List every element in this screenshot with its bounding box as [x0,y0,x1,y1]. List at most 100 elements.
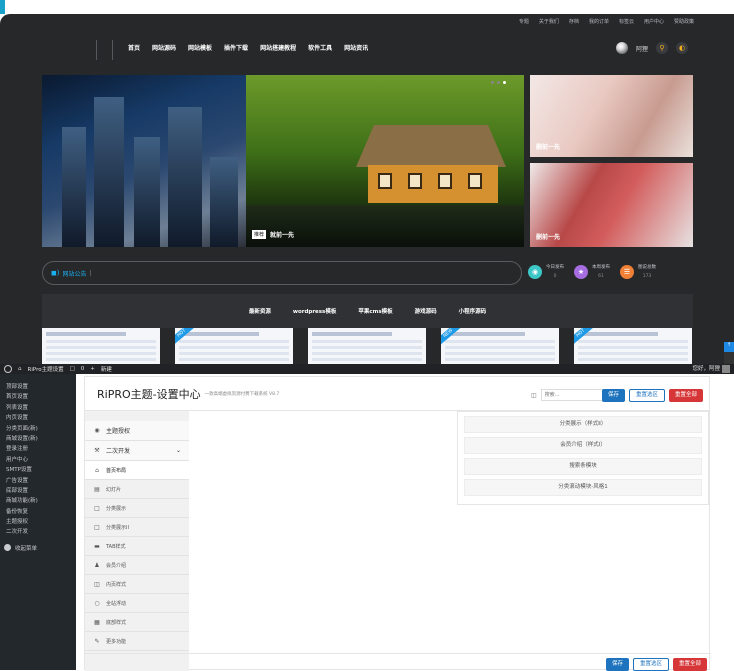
nav-source[interactable]: 网站源码 [152,43,176,52]
comment-count[interactable]: 0 [81,366,85,372]
search-icon[interactable]: ⚲ [656,42,668,54]
nav-news[interactable]: 网站资讯 [344,43,368,52]
menu-label: 二次开发 [106,448,131,455]
admin-menu-item[interactable]: SMTP设置 [0,465,76,475]
notice-separator: | [89,269,92,277]
side-banner-title[interactable]: 删前一先 [536,232,560,241]
side-banner-title[interactable]: 删前一先 [536,142,560,151]
admin-menu-item[interactable]: 登录注册 [0,444,76,454]
layout-block[interactable]: 分类滚动模块-风格1 [464,479,702,496]
admin-menu-item[interactable]: 内页设置 [0,413,76,423]
top-nav-link[interactable]: 关于我们 [539,18,559,25]
document-icon: ◫ [94,580,100,588]
menu-float[interactable]: ○ 全站浮动 [85,594,189,613]
layout-block[interactable]: 分类展示（样式Ⅱ） [464,416,702,433]
city-image [42,75,246,247]
menu-tab-style[interactable]: ▬ TAB样式 [85,537,189,556]
admin-menu-item[interactable]: 列表设置 [0,403,76,413]
top-nav-link[interactable]: 我的订单 [589,18,609,25]
slide-title[interactable]: 就前一先 [270,230,294,239]
nav-templates[interactable]: 网站模板 [188,43,212,52]
theme-toggle-icon[interactable]: ◐ [676,42,688,54]
nav-home[interactable]: 首页 [128,43,140,52]
resource-thumb[interactable]: HOT [574,328,692,368]
resource-thumb[interactable]: HOT [175,328,293,368]
menu-member[interactable]: ♟ 会员介绍 [85,556,189,575]
admin-menu-item[interactable]: 用户中心 [0,455,76,465]
resource-thumb[interactable] [42,328,160,368]
footer-actions: 保存 重置选区 重置全部 [605,658,707,671]
search-input[interactable] [540,389,611,401]
header-actions: 阿狸 ⚲ ◐ [615,42,688,54]
avatar[interactable] [615,42,628,54]
plus-icon[interactable]: + [90,366,95,372]
menu-dev[interactable]: ⚒ 二次开发 ⌄ [85,441,189,461]
category-tab[interactable]: 小程序源码 [459,307,487,315]
home-icon[interactable]: ⌂ [18,366,22,372]
stat-value: 0 [553,274,557,279]
page-title: RiPRO主题-设置中心 [97,387,201,401]
top-nav-link[interactable]: 赞助政策 [674,18,694,25]
admin-menu-item[interactable]: 首页设置 [0,392,76,402]
admin-menu-item[interactable]: 商城设置(新) [0,434,76,444]
top-nav-link[interactable]: 存档 [569,18,579,25]
resource-thumb[interactable]: NEW [441,328,559,368]
category-tab[interactable]: 苹果cms模板 [358,307,392,315]
menu-more[interactable]: ✎ 更多功能 [85,632,189,651]
category-tab[interactable]: 游戏源码 [415,307,437,315]
top-nav-link[interactable]: 用户中心 [644,18,664,25]
reset-section-button[interactable]: 重置选区 [628,389,665,402]
slider-dots[interactable] [491,81,506,84]
menu-slides[interactable]: ▤ 幻灯片 [85,480,189,499]
menu-home-layout[interactable]: ⌂ 首页布局 [85,461,189,480]
site-preview: 专题 关于我们 存档 我的订单 标签云 用户中心 赞助政策 首页 网站源码 网站… [0,14,734,368]
layout-block[interactable]: 搜索条模块 [464,458,702,475]
admin-menu-item[interactable]: 备份恢复 [0,507,76,517]
reset-all-button[interactable]: 重置全部 [672,658,707,671]
category-tab[interactable]: wordpress模板 [293,307,336,315]
menu-license[interactable]: ◉ 主题授权 [85,421,189,441]
category-tab[interactable]: 最新资源 [249,307,271,315]
layers-icon: ☰ [620,264,634,279]
admin-menu-item[interactable]: 分类页面(新) [0,424,76,434]
admin-menu-item[interactable]: 底部设置 [0,486,76,496]
admin-bar-greeting[interactable]: 您好，阿狸 [692,364,720,374]
wordpress-icon[interactable] [4,365,12,373]
reset-all-button[interactable]: 重置全部 [668,389,703,402]
username[interactable]: 阿狸 [636,44,648,53]
admin-bar-site[interactable]: RiPro主题设置 [28,365,64,373]
admin-menu-item[interactable]: 主题授权 [0,517,76,527]
pencil-icon: ✎ [94,637,100,645]
save-button[interactable]: 保存 [605,658,629,671]
admin-menu-item[interactable]: 广告设置 [0,476,76,486]
admin-menu-item[interactable]: 商城功能(新) [0,496,76,506]
panel-footer: 保存 重置选区 重置全部 [85,653,711,671]
reset-section-button[interactable]: 重置选区 [632,658,669,671]
admin-menu-item[interactable]: 二次开发 [0,527,76,537]
admin-bar: ⌂ RiPro主题设置 □ 0 + 新建 您好，阿狸 [0,364,734,374]
menu-category[interactable]: □ 分类展示 [85,499,189,518]
menu-footer[interactable]: ▦ 底部样式 [85,613,189,632]
save-button[interactable]: 保存 [601,389,625,402]
slide-caption: 推荐 就前一先 [252,230,294,239]
side-banner[interactable]: 删前一先 [530,163,693,247]
top-nav-link[interactable]: 标签云 [619,18,634,25]
menu-category-2[interactable]: □ 分类展示II [85,518,189,537]
admin-menu-item[interactable]: 顶部设置 [0,382,76,392]
slides-icon: ▤ [94,485,100,493]
layout-block[interactable]: 会员介绍（样式Ⅰ） [464,437,702,454]
hero-slider[interactable]: 推荐 就前一先 [42,75,524,247]
menu-page-style[interactable]: ◫ 内页样式 [85,575,189,594]
admin-bar-new[interactable]: 新建 [101,365,112,373]
nav-tutorials[interactable]: 网站搭建教程 [260,43,296,52]
comment-icon[interactable]: □ [70,366,75,372]
avatar[interactable] [722,365,730,373]
nav-tools[interactable]: 软件工具 [308,43,332,52]
expand-icon[interactable]: ◫ [531,392,537,399]
resource-thumb[interactable] [308,328,426,368]
star-icon: ★ [574,264,588,279]
nav-plugins[interactable]: 插件下载 [224,43,248,52]
side-banner[interactable]: 删前一先 [530,75,693,157]
top-nav-link[interactable]: 专题 [519,18,529,25]
collapse-menu[interactable]: 收起菜单 [0,544,76,552]
